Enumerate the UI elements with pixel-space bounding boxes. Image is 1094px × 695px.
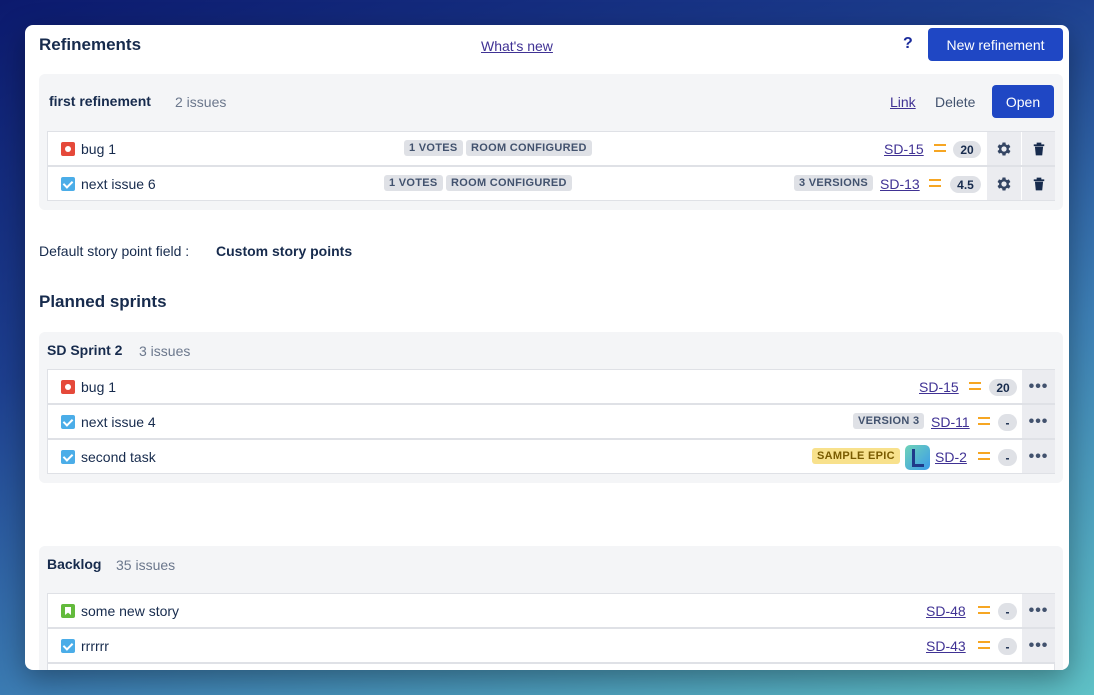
priority-medium-icon [978,452,990,460]
issue-summary: second task [81,449,156,465]
more-icon: ••• [1028,377,1049,395]
sprint-row[interactable]: next issue 4 VERSION 3 SD-11 - ••• [47,404,1055,439]
priority-medium-icon [929,179,941,187]
issue-summary: some new story [81,603,180,619]
story-points-badge: 4.5 [950,176,981,193]
priority-medium-icon [934,144,946,152]
story-points-badge: 20 [953,141,981,158]
more-actions-button[interactable]: ••• [1022,370,1055,403]
backlog-row[interactable]: rrrrrr SD-43 - ••• [47,628,1055,663]
issue-summary: bug 1 [81,379,117,395]
remove-button[interactable] [1022,132,1055,165]
refinement-issue-count: 2 issues [175,94,227,110]
story-icon [61,604,75,618]
versions-tag: 3 VERSIONS [794,175,874,191]
remove-button[interactable] [1022,167,1055,200]
page-title: Refinements [39,35,142,54]
bug-icon [61,142,75,156]
issue-summary: next issue 6 [81,176,156,192]
whats-new-link[interactable]: What's new [481,38,553,54]
issue-key-link[interactable]: SD-48 [926,603,966,619]
task-icon [61,450,75,464]
backlog-row[interactable] [47,663,1055,670]
task-icon [61,639,75,653]
more-actions-button[interactable]: ••• [1022,594,1055,627]
more-actions-button[interactable]: ••• [1022,629,1055,662]
issue-key-link[interactable]: SD-15 [919,379,959,395]
trash-icon [1033,177,1044,190]
delete-button[interactable]: Delete [935,94,975,110]
more-icon: ••• [1028,601,1049,619]
settings-button[interactable] [987,167,1021,200]
more-icon: ••• [1028,636,1049,654]
bug-icon [61,380,75,394]
issue-summary: bug 1 [81,141,117,157]
issue-key-link[interactable]: SD-13 [880,176,920,192]
assignee-avatar[interactable] [905,445,930,470]
epic-tag: SAMPLE EPIC [812,448,900,464]
link-button[interactable]: Link [890,94,916,110]
more-icon: ••• [1028,412,1049,430]
priority-medium-icon [969,382,981,390]
refinement-row[interactable]: next issue 6 1 VOTES ROOM CONFIGURED 3 V… [47,166,1055,201]
backlog-name: Backlog [47,556,102,572]
story-points-badge: - [998,449,1017,466]
refinement-row[interactable]: bug 1 1 VOTES ROOM CONFIGURED SD-15 20 [47,131,1055,166]
refinement-name: first refinement [49,93,151,109]
issue-summary: rrrrrr [81,638,109,654]
open-button[interactable]: Open [992,85,1054,118]
story-points-badge: - [998,603,1017,620]
sprint-panel: SD Sprint 2 3 issues bug 1 SD-15 20 ••• … [39,332,1063,483]
issue-key-link[interactable]: SD-11 [931,414,970,430]
room-configured-tag: ROOM CONFIGURED [466,140,592,156]
backlog-issue-count: 35 issues [116,557,176,573]
priority-medium-icon [978,417,990,425]
issue-key-link[interactable]: SD-15 [884,141,924,157]
version-tag: VERSION 3 [853,413,925,429]
default-field-label: Default story point field : [39,243,190,259]
task-icon [61,177,75,191]
more-icon: ••• [1028,447,1049,465]
trash-icon [1033,142,1044,155]
task-icon [61,415,75,429]
sprint-row[interactable]: bug 1 SD-15 20 ••• [47,369,1055,404]
more-actions-button[interactable]: ••• [1022,405,1055,438]
priority-medium-icon [978,641,990,649]
refinements-window: Refinements What's new ? New refinement … [25,25,1069,670]
gear-icon [997,176,1011,191]
story-points-badge: 20 [989,379,1017,396]
default-field-value[interactable]: Custom story points [216,243,352,259]
new-refinement-button[interactable]: New refinement [928,28,1063,61]
sprint-name: SD Sprint 2 [47,342,123,358]
help-icon[interactable]: ? [903,35,913,53]
votes-tag: 1 VOTES [404,140,463,156]
planned-sprints-title: Planned sprints [39,292,167,311]
issue-key-link[interactable]: SD-2 [935,449,967,465]
issue-key-link[interactable]: SD-43 [926,638,966,654]
priority-medium-icon [978,606,990,614]
issue-summary: next issue 4 [81,414,156,430]
more-actions-button[interactable]: ••• [1022,440,1055,473]
sprint-issue-count: 3 issues [139,343,191,359]
story-points-badge: - [998,414,1017,431]
gear-icon [997,141,1011,156]
votes-tag: 1 VOTES [384,175,443,191]
refinement-panel: first refinement 2 issues Link Delete Op… [39,74,1063,210]
story-points-badge: - [998,638,1017,655]
backlog-panel: Backlog 35 issues some new story SD-48 -… [39,546,1063,670]
room-configured-tag: ROOM CONFIGURED [446,175,572,191]
backlog-row[interactable]: some new story SD-48 - ••• [47,593,1055,628]
sprint-row[interactable]: second task SAMPLE EPIC SD-2 - ••• [47,439,1055,474]
settings-button[interactable] [987,132,1021,165]
